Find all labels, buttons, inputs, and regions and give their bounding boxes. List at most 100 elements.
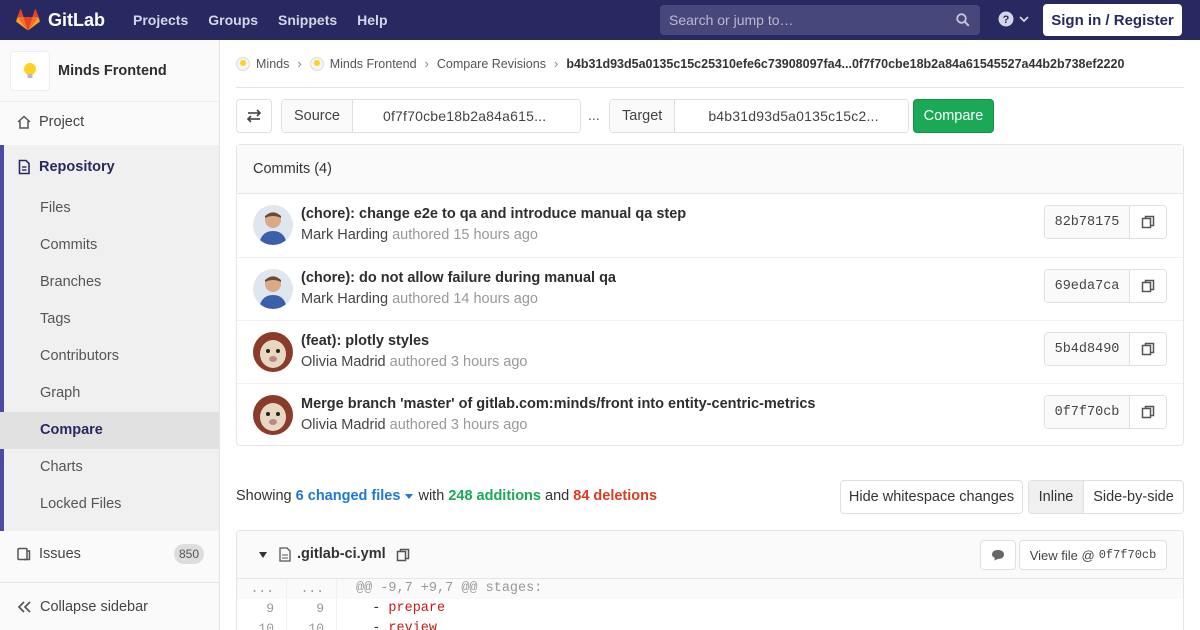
copy-sha-button[interactable] xyxy=(1130,206,1166,238)
brand-name: GitLab xyxy=(48,9,105,30)
commit-meta: Olivia Madrid authored 3 hours ago xyxy=(301,354,528,370)
commit-title[interactable]: Merge branch 'master' of gitlab.com:mind… xyxy=(301,396,815,412)
commit-row: Merge branch 'master' of gitlab.com:mind… xyxy=(237,383,1183,446)
caret-down-icon[interactable] xyxy=(258,551,268,559)
sidebar-item-repository[interactable]: Repository xyxy=(0,148,219,185)
file-name[interactable]: .gitlab-ci.yml xyxy=(297,546,386,562)
copy-sha-button[interactable] xyxy=(1130,333,1166,365)
breadcrumb-divider xyxy=(236,87,1184,88)
hunk-header: @@ -9,7 +9,7 @@ stages: xyxy=(356,581,543,596)
breadcrumb-minds[interactable]: Minds xyxy=(256,57,289,71)
commit-sha[interactable]: 5b4d8490 xyxy=(1045,333,1130,365)
sidebar-repository-section xyxy=(0,145,219,531)
gitlab-logo[interactable]: GitLab xyxy=(16,9,105,31)
commit-title[interactable]: (chore): do not allow failure during man… xyxy=(301,270,616,286)
file-icon xyxy=(279,547,291,562)
svg-text:?: ? xyxy=(1003,14,1010,26)
commit-sha-group: 5b4d8490 xyxy=(1044,332,1167,366)
code-prefix: - xyxy=(356,601,389,616)
sidebar-active-indicator xyxy=(0,145,4,531)
breadcrumb-separator: › xyxy=(297,56,302,71)
sidebar-sub-files[interactable]: Files xyxy=(40,200,71,216)
diff-line: 10 10 - review xyxy=(237,619,1183,630)
source-revision-dropdown[interactable]: 0f7f70cbe18b2a84a615... xyxy=(352,100,580,132)
search-icon xyxy=(956,13,970,27)
copy-sha-button[interactable] xyxy=(1130,270,1166,302)
breadcrumb-compare-revisions[interactable]: Compare Revisions xyxy=(437,57,546,71)
inline-view-button[interactable]: Inline xyxy=(1029,481,1084,513)
commit-author[interactable]: Mark Harding xyxy=(301,227,388,243)
help-dropdown[interactable]: ? xyxy=(998,11,1030,27)
source-revision-group: Source 0f7f70cbe18b2a84a615... xyxy=(281,99,581,133)
search-box[interactable] xyxy=(660,5,980,35)
group-avatar-icon xyxy=(236,56,250,71)
sidebar-sub-branches[interactable]: Branches xyxy=(40,274,101,290)
commit-author[interactable]: Mark Harding xyxy=(301,291,388,307)
author-avatar[interactable] xyxy=(253,395,293,435)
commit-meta: Mark Harding authored 14 hours ago xyxy=(301,291,538,307)
commit-sha[interactable]: 82b78175 xyxy=(1045,206,1130,238)
collapse-sidebar-label: Collapse sidebar xyxy=(40,598,149,615)
author-avatar[interactable] xyxy=(253,205,293,245)
swap-revisions-button[interactable] xyxy=(236,99,272,133)
commit-sha-group: 69eda7ca xyxy=(1044,269,1167,303)
commits-header: Commits (4) xyxy=(237,145,1183,194)
copy-icon xyxy=(1141,405,1155,419)
author-avatar[interactable] xyxy=(253,269,293,309)
sidebar-item-project[interactable]: Project xyxy=(0,103,219,140)
target-revision-dropdown[interactable]: b4b31d93d5a0135c15c2... xyxy=(675,100,908,132)
commit-row: (chore): change e2e to qa and introduce … xyxy=(237,194,1183,257)
comment-button[interactable] xyxy=(980,540,1016,570)
signin-button[interactable]: Sign in / Register xyxy=(1043,4,1182,36)
commit-author[interactable]: Olivia Madrid xyxy=(301,354,386,370)
project-avatar-icon xyxy=(309,56,324,71)
collapse-sidebar-button[interactable]: Collapse sidebar xyxy=(0,582,219,630)
side-by-side-view-button[interactable]: Side-by-side xyxy=(1084,481,1183,513)
code-line: - review xyxy=(356,619,437,630)
sidebar-sub-commits[interactable]: Commits xyxy=(40,237,97,253)
search-input[interactable] xyxy=(669,12,939,28)
old-line-number: ... xyxy=(237,579,287,599)
author-avatar[interactable] xyxy=(253,332,293,372)
commits-list: Commits (4) (chore): change e2e to qa an… xyxy=(236,144,1184,446)
sidebar-sub-contributors[interactable]: Contributors xyxy=(40,348,119,364)
view-file-button[interactable]: View file @ 0f7f70cb xyxy=(1019,540,1167,570)
old-line-number[interactable]: 9 xyxy=(237,599,287,619)
old-line-number[interactable]: 10 xyxy=(237,619,287,630)
changed-files-dropdown[interactable]: 6 changed files xyxy=(296,488,415,504)
view-file-label: View file @ xyxy=(1029,547,1095,563)
code-value: review xyxy=(388,621,438,630)
commit-row: (chore): do not allow failure during man… xyxy=(237,257,1183,320)
hide-whitespace-button[interactable]: Hide whitespace changes xyxy=(840,480,1023,514)
deletions-count: 84 deletions xyxy=(573,488,658,504)
new-line-number[interactable]: 9 xyxy=(287,599,337,619)
nav-projects[interactable]: Projects xyxy=(133,12,188,28)
nav-help[interactable]: Help xyxy=(357,12,387,28)
sidebar-sub-graph[interactable]: Graph xyxy=(40,385,80,401)
nav-links: Projects Groups Snippets Help xyxy=(133,12,408,28)
sidebar-sub-tags[interactable]: Tags xyxy=(40,311,71,327)
compare-button[interactable]: Compare xyxy=(913,99,994,133)
copy-icon xyxy=(1141,342,1155,356)
breadcrumb-current[interactable]: b4b31d93d5a0135c15c25310efe6c73908097fa4… xyxy=(566,57,1124,71)
sidebar: Minds Frontend Project Repository Files … xyxy=(0,40,220,630)
project-name: Minds Frontend xyxy=(58,62,167,79)
sidebar-sub-locked-files[interactable]: Locked Files xyxy=(40,496,121,512)
new-line-number[interactable]: 10 xyxy=(287,619,337,630)
copy-icon[interactable] xyxy=(396,548,410,562)
commit-time: authored 3 hours ago xyxy=(389,354,528,370)
commit-title[interactable]: (chore): change e2e to qa and introduce … xyxy=(301,206,686,222)
sidebar-project-header[interactable]: Minds Frontend xyxy=(0,40,219,102)
commit-sha[interactable]: 0f7f70cb xyxy=(1045,396,1130,428)
commit-sha[interactable]: 69eda7ca xyxy=(1045,270,1130,302)
sidebar-sub-compare[interactable]: Compare xyxy=(40,422,103,438)
copy-icon xyxy=(1141,279,1155,293)
nav-groups[interactable]: Groups xyxy=(208,12,258,28)
sidebar-sub-charts[interactable]: Charts xyxy=(40,459,83,475)
commit-title[interactable]: (feat): plotly styles xyxy=(301,333,429,349)
nav-snippets[interactable]: Snippets xyxy=(278,12,337,28)
breadcrumb-minds-frontend[interactable]: Minds Frontend xyxy=(330,57,417,71)
commit-author[interactable]: Olivia Madrid xyxy=(301,417,386,433)
copy-sha-button[interactable] xyxy=(1130,396,1166,428)
summary-and: and xyxy=(545,488,570,504)
